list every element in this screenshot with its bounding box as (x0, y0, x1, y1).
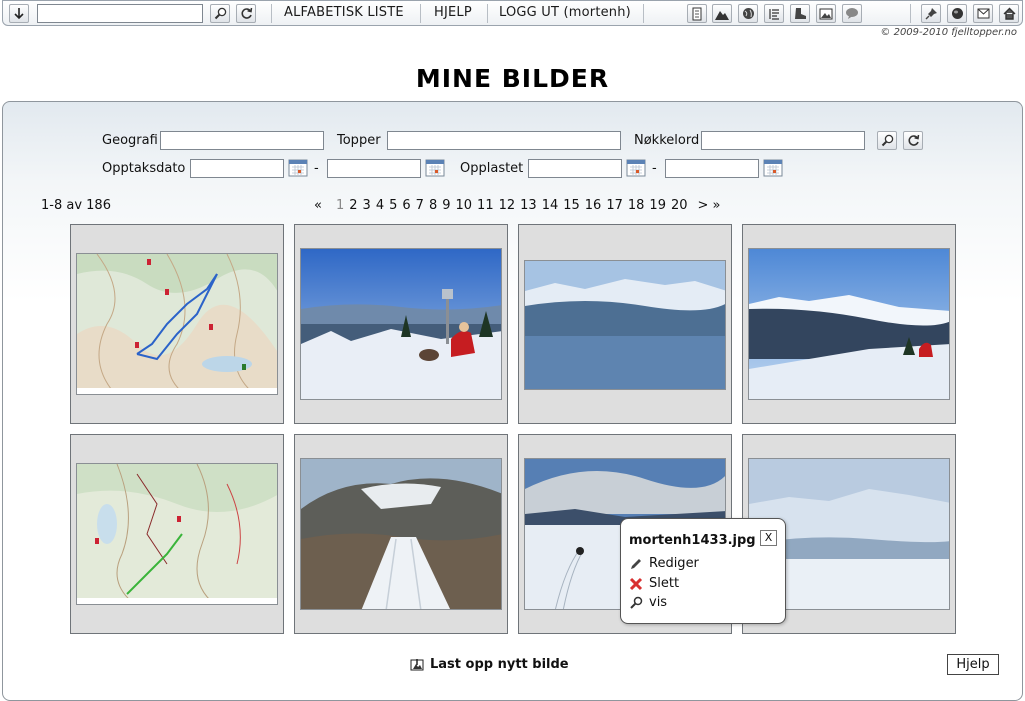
logout-link[interactable]: LOGG UT (mortenh) (499, 5, 631, 20)
calendar-icon[interactable] (763, 158, 783, 177)
popup-close-button[interactable]: X (760, 530, 777, 546)
page-link[interactable]: 17 (606, 198, 623, 213)
mountain-icon[interactable] (712, 4, 732, 23)
image-actions-popup: mortenh1433.jpg X Rediger Slett vis (620, 518, 786, 624)
toolbar-divider (271, 4, 272, 23)
page-link[interactable]: 11 (477, 198, 494, 213)
help-button[interactable]: Hjelp (947, 654, 999, 675)
page-link[interactable]: 9 (442, 198, 450, 213)
result-count: 1-8 av 186 (41, 198, 111, 213)
pencil-icon (631, 558, 641, 569)
speech-bubble-icon[interactable] (842, 4, 862, 23)
thumbnail-card[interactable] (294, 434, 508, 634)
toolbar-divider (643, 4, 644, 23)
page-link[interactable]: 4 (376, 198, 384, 213)
thumbnail-card[interactable] (70, 434, 284, 634)
thumbnail-card[interactable] (70, 224, 284, 424)
list-icon[interactable] (764, 4, 784, 23)
page-link[interactable]: 13 (520, 198, 537, 213)
page-link[interactable]: 3 (363, 198, 371, 213)
top-toolbar: ALFABETISK LISTE HJELP LOGG UT (mortenh) (2, 0, 1023, 26)
blue-mountains-image[interactable] (524, 260, 726, 390)
opplastet-to-input[interactable] (665, 159, 759, 178)
page-link[interactable]: 19 (649, 198, 666, 213)
delete-x-icon (629, 577, 643, 590)
picture-icon[interactable] (816, 4, 836, 23)
quick-search-input[interactable] (37, 4, 203, 23)
snow-ridge-image[interactable] (748, 248, 950, 400)
down-arrow-icon[interactable] (9, 4, 29, 23)
copyright-text: © 2009-2010 fjelltopper.no (880, 27, 1017, 38)
magnifier-icon (630, 596, 643, 609)
delete-action-label: Slett (649, 576, 680, 591)
date-range-dash: - (652, 161, 657, 176)
opplastet-from-input[interactable] (528, 159, 622, 178)
upload-picture-icon (410, 658, 424, 670)
filter-reset-icon[interactable] (903, 131, 923, 150)
edit-action[interactable]: Rediger (629, 556, 699, 571)
opptaksdato-to-input[interactable] (327, 159, 421, 178)
mail-icon[interactable] (973, 4, 993, 23)
toolbar-divider (487, 4, 488, 23)
page-link[interactable]: 6 (402, 198, 410, 213)
page-title: MINE BILDER (415, 64, 610, 93)
filter-search-icon[interactable] (877, 131, 897, 150)
map-thumbnail-image[interactable] (76, 463, 278, 605)
toolbar-divider (420, 4, 421, 23)
first-page-link[interactable]: « (314, 198, 322, 213)
pin-icon[interactable] (921, 4, 941, 23)
geografi-label: Geografi (102, 133, 158, 148)
world-icon[interactable] (947, 4, 967, 23)
page-link[interactable]: 20 (671, 198, 688, 213)
page-link[interactable]: 7 (416, 198, 424, 213)
calendar-icon[interactable] (425, 158, 445, 177)
calendar-icon[interactable] (288, 158, 308, 177)
pagination: « 1 2 3 4 5 6 7 8 9 10 11 12 13 14 15 16… (314, 198, 726, 213)
refresh-icon[interactable] (236, 4, 256, 23)
page-link[interactable]: 10 (456, 198, 473, 213)
topper-input[interactable] (387, 131, 621, 150)
page-link[interactable]: 8 (429, 198, 437, 213)
upload-image-label: Last opp nytt bilde (430, 657, 569, 672)
geografi-input[interactable] (160, 131, 324, 150)
toolbar-divider (910, 4, 911, 23)
date-range-dash: - (314, 161, 319, 176)
topper-label: Topper (337, 133, 381, 148)
page-link[interactable]: 5 (389, 198, 397, 213)
nokkelord-label: Nøkkelord (634, 133, 700, 148)
boot-icon[interactable] (790, 4, 810, 23)
snow-summit-person-image[interactable] (300, 248, 502, 400)
view-action[interactable]: vis (629, 595, 667, 610)
page-link[interactable]: 14 (542, 198, 559, 213)
document-icon[interactable] (687, 4, 707, 23)
view-action-label: vis (649, 595, 668, 610)
calendar-icon[interactable] (626, 158, 646, 177)
search-icon[interactable] (210, 4, 230, 23)
opptaksdato-from-input[interactable] (190, 159, 284, 178)
page-link[interactable]: 12 (499, 198, 516, 213)
snowy-road-image[interactable] (300, 458, 502, 610)
page-link[interactable]: 2 (349, 198, 357, 213)
nokkelord-input[interactable] (701, 131, 865, 150)
popup-filename: mortenh1433.jpg (629, 533, 756, 548)
thumbnail-card[interactable] (294, 224, 508, 424)
thumbnail-card[interactable] (742, 224, 956, 424)
edit-action-label: Rediger (649, 556, 699, 571)
help-link[interactable]: HJELP (434, 5, 472, 20)
page-link[interactable]: 16 (585, 198, 602, 213)
delete-action[interactable]: Slett (629, 576, 679, 591)
next-page-link[interactable]: > » (698, 198, 721, 213)
page-link[interactable]: 18 (628, 198, 645, 213)
globe-icon[interactable] (738, 4, 758, 23)
page-link[interactable]: 15 (563, 198, 580, 213)
opplastet-label: Opplastet (460, 161, 524, 176)
thumbnail-card[interactable] (518, 224, 732, 424)
alphabetical-list-link[interactable]: ALFABETISK LISTE (284, 5, 404, 20)
page-link: 1 (335, 198, 345, 213)
upload-image-link[interactable]: Last opp nytt bilde (410, 657, 569, 672)
home-icon[interactable] (999, 4, 1019, 23)
opptaksdato-label: Opptaksdato (102, 161, 186, 176)
map-thumbnail-image[interactable] (76, 253, 278, 395)
